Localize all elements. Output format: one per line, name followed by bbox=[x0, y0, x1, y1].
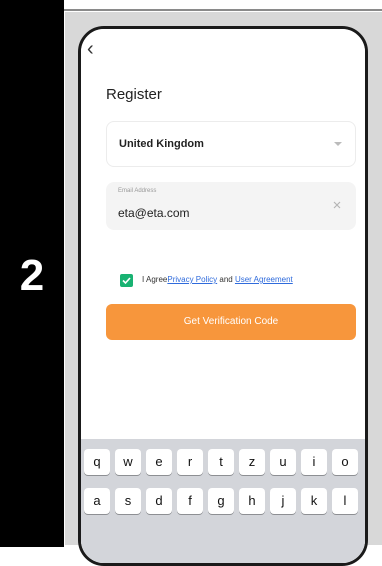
page-title: Register bbox=[106, 86, 162, 103]
chevron-down-icon bbox=[334, 142, 342, 146]
checkmark-icon bbox=[122, 277, 131, 285]
key-j[interactable]: j bbox=[270, 488, 296, 514]
key-q[interactable]: q bbox=[84, 449, 110, 475]
register-screen: ‹ Register United Kingdom Email Address … bbox=[81, 29, 365, 563]
country-select[interactable]: United Kingdom bbox=[106, 121, 356, 167]
key-g[interactable]: g bbox=[208, 488, 234, 514]
key-a[interactable]: a bbox=[84, 488, 110, 514]
step-panel: 2 bbox=[0, 0, 64, 547]
key-r[interactable]: r bbox=[177, 449, 203, 475]
key-w[interactable]: w bbox=[115, 449, 141, 475]
country-value: United Kingdom bbox=[119, 138, 204, 150]
key-u[interactable]: u bbox=[270, 449, 296, 475]
key-t[interactable]: t bbox=[208, 449, 234, 475]
agreement-row: I AgreePrivacy Policy and User Agreement bbox=[120, 274, 360, 288]
key-k[interactable]: k bbox=[301, 488, 327, 514]
key-s[interactable]: s bbox=[115, 488, 141, 514]
key-l[interactable]: l bbox=[332, 488, 358, 514]
key-e[interactable]: e bbox=[146, 449, 172, 475]
key-d[interactable]: d bbox=[146, 488, 172, 514]
key-i[interactable]: i bbox=[301, 449, 327, 475]
top-rule bbox=[64, 9, 382, 11]
back-button[interactable]: ‹ bbox=[87, 39, 103, 59]
agreement-text: I AgreePrivacy Policy and User Agreement bbox=[142, 275, 293, 284]
user-agreement-link[interactable]: User Agreement bbox=[235, 275, 293, 284]
get-verification-code-button[interactable]: Get Verification Code bbox=[106, 304, 356, 340]
agreement-checkbox[interactable] bbox=[120, 274, 133, 287]
key-z[interactable]: z bbox=[239, 449, 265, 475]
privacy-policy-link[interactable]: Privacy Policy bbox=[167, 275, 217, 284]
key-o[interactable]: o bbox=[332, 449, 358, 475]
phone-frame: ‹ Register United Kingdom Email Address … bbox=[78, 26, 368, 566]
email-label: Email Address bbox=[118, 188, 157, 194]
key-f[interactable]: f bbox=[177, 488, 203, 514]
key-h[interactable]: h bbox=[239, 488, 265, 514]
close-icon[interactable] bbox=[332, 200, 342, 210]
step-number: 2 bbox=[19, 251, 45, 300]
email-field[interactable]: Email Address eta@eta.com bbox=[106, 182, 356, 230]
agree-prefix: I Agree bbox=[142, 275, 168, 284]
email-input[interactable]: eta@eta.com bbox=[118, 206, 190, 220]
agree-and: and bbox=[217, 275, 235, 284]
